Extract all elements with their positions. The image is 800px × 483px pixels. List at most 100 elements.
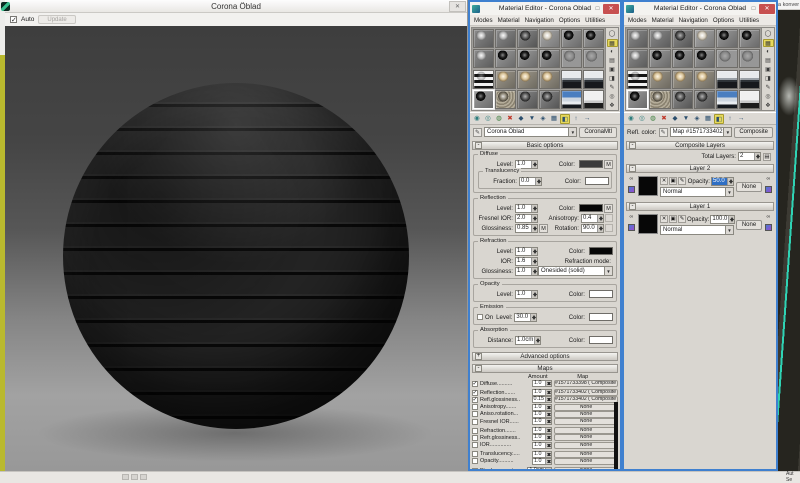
- reflection-map-button[interactable]: M: [604, 204, 613, 213]
- rename-layer-icon[interactable]: ✎: [678, 215, 686, 223]
- material-swatch[interactable]: [539, 90, 560, 109]
- translucency-fraction-spinner[interactable]: 0.0: [519, 177, 542, 186]
- absorption-color-swatch[interactable]: [589, 336, 613, 344]
- collapse-toggle[interactable]: -: [629, 203, 636, 210]
- material-swatch[interactable]: [561, 90, 582, 109]
- material-swatch[interactable]: [694, 70, 715, 89]
- map-amount-spinner[interactable]: 1.0: [532, 434, 552, 441]
- sample-uv-tiling-icon[interactable]: ▤: [607, 57, 618, 65]
- material-swatch[interactable]: [694, 49, 715, 68]
- material-swatch[interactable]: [495, 90, 516, 109]
- glossiness-spinner[interactable]: 0.85: [515, 224, 538, 233]
- reflection-color-swatch[interactable]: [579, 204, 603, 212]
- options-icon[interactable]: ✎: [763, 84, 774, 92]
- material-swatch[interactable]: [672, 49, 693, 68]
- map-enable-checkbox[interactable]: [472, 381, 478, 387]
- material-type-button[interactable]: CoronaMtl: [579, 127, 617, 138]
- collapse-toggle[interactable]: -: [475, 142, 482, 149]
- material-swatch[interactable]: [672, 90, 693, 109]
- menu-navigation[interactable]: Navigation: [523, 17, 556, 24]
- layer-mask-button[interactable]: None: [736, 220, 762, 230]
- rotation-spinner[interactable]: 90.0: [581, 224, 604, 233]
- material-map-navigator-icon[interactable]: ❖: [763, 102, 774, 110]
- layer-rollout-header[interactable]: -Layer 2: [626, 164, 774, 173]
- put-material-icon[interactable]: ◎: [637, 114, 647, 124]
- material-swatch[interactable]: [561, 70, 582, 89]
- collapse-toggle[interactable]: -: [629, 142, 636, 149]
- show-map-in-viewport-icon[interactable]: ▦: [703, 114, 713, 124]
- menu-material[interactable]: Material: [650, 17, 676, 24]
- map-enable-checkbox[interactable]: [472, 411, 478, 417]
- map-amount-spinner[interactable]: 0.15: [532, 396, 553, 403]
- blend-mode-select[interactable]: Normal▼: [660, 225, 734, 235]
- material-swatch[interactable]: [517, 70, 538, 89]
- map-slot-button[interactable]: #1571733402 ( Composite ): [554, 396, 618, 403]
- make-unique-icon[interactable]: ◆: [516, 114, 526, 124]
- select-by-material-icon[interactable]: ◎: [607, 93, 618, 101]
- anisotropy-spinner[interactable]: 0.4: [581, 214, 604, 223]
- refraction-mode-select[interactable]: Onesided (solid)▼: [538, 266, 613, 276]
- material-swatch[interactable]: [649, 29, 670, 48]
- chevron-down-icon[interactable]: ▼: [725, 226, 733, 234]
- material-swatch[interactable]: [716, 70, 737, 89]
- map-slot-button[interactable]: #1571733398 ( Composite ): [554, 380, 618, 387]
- map-amount-spinner[interactable]: 1.0: [532, 411, 552, 418]
- diffuse-color-swatch[interactable]: [579, 160, 603, 168]
- refraction-level-spinner[interactable]: 1.0: [515, 247, 538, 256]
- material-id-icon[interactable]: ◈: [538, 114, 548, 124]
- close-icon[interactable]: ✕: [759, 4, 775, 14]
- backlight-icon[interactable]: ◐: [763, 48, 774, 56]
- close-icon[interactable]: ✕: [603, 4, 619, 14]
- map-amount-spinner[interactable]: 1.0: [532, 451, 552, 458]
- sample-type-icon[interactable]: ◯: [763, 30, 774, 38]
- material-swatch[interactable]: [649, 90, 670, 109]
- show-end-result-icon[interactable]: ◧: [714, 114, 724, 124]
- close-icon[interactable]: ✕: [449, 1, 466, 12]
- map-slot-button[interactable]: None: [554, 411, 618, 418]
- chevron-down-icon[interactable]: ▼: [725, 188, 733, 196]
- blend-mode-select[interactable]: Normal▼: [660, 187, 734, 197]
- options-icon[interactable]: ✎: [607, 84, 618, 92]
- material-swatch[interactable]: [473, 90, 494, 109]
- menu-modes[interactable]: Modes: [626, 17, 649, 24]
- layers-list-icon[interactable]: ▤: [763, 153, 771, 161]
- material-name-combo[interactable]: Corona Öblad▼: [484, 127, 577, 137]
- mask-visibility-icon[interactable]: ∞: [767, 177, 771, 182]
- refraction-glossiness-spinner[interactable]: 1.0: [515, 267, 538, 276]
- map-enable-checkbox[interactable]: [472, 428, 478, 434]
- map-amount-spinner[interactable]: 1.0: [532, 389, 552, 396]
- rename-layer-icon[interactable]: ✎: [678, 177, 686, 185]
- ior-spinner[interactable]: 1.6: [515, 257, 538, 266]
- maximize-icon[interactable]: □: [592, 4, 603, 14]
- material-swatch[interactable]: [739, 49, 760, 68]
- eyedropper-icon[interactable]: ✎: [473, 128, 482, 137]
- map-slot-button[interactable]: None: [554, 442, 618, 449]
- duplicate-layer-icon[interactable]: ▣: [669, 215, 677, 223]
- expand-toggle[interactable]: +: [475, 353, 482, 360]
- diffuse-map-button[interactable]: M: [604, 160, 613, 169]
- material-swatch[interactable]: [627, 49, 648, 68]
- material-swatch[interactable]: [517, 29, 538, 48]
- mask-visibility-icon[interactable]: ∞: [767, 215, 771, 220]
- map-amount-spinner[interactable]: 1.0: [532, 442, 552, 449]
- eyedropper-icon[interactable]: ✎: [659, 128, 668, 137]
- maps-rollout[interactable]: -Maps: [472, 364, 618, 373]
- material-swatch[interactable]: [583, 29, 604, 48]
- generate-preview-icon[interactable]: ◨: [763, 75, 774, 83]
- layer-rollout-header[interactable]: -Layer 1: [626, 202, 774, 211]
- material-swatch[interactable]: [694, 29, 715, 48]
- map-amount-spinner[interactable]: 1.0: [532, 380, 552, 387]
- basic-options-rollout[interactable]: -Basic options: [472, 141, 618, 150]
- put-material-icon[interactable]: ◎: [483, 114, 493, 124]
- update-button[interactable]: Update: [38, 15, 75, 24]
- menu-modes[interactable]: Modes: [472, 17, 495, 24]
- reset-material-icon[interactable]: ✖: [659, 114, 669, 124]
- material-swatch[interactable]: [672, 29, 693, 48]
- material-swatch[interactable]: [495, 29, 516, 48]
- material-swatch[interactable]: [583, 90, 604, 109]
- map-enable-checkbox[interactable]: [472, 419, 478, 425]
- rollout-scrollbar-thumb[interactable]: [614, 402, 618, 470]
- map-slot-button[interactable]: None: [554, 418, 618, 425]
- map-enable-checkbox[interactable]: [472, 390, 478, 396]
- material-swatch[interactable]: [716, 90, 737, 109]
